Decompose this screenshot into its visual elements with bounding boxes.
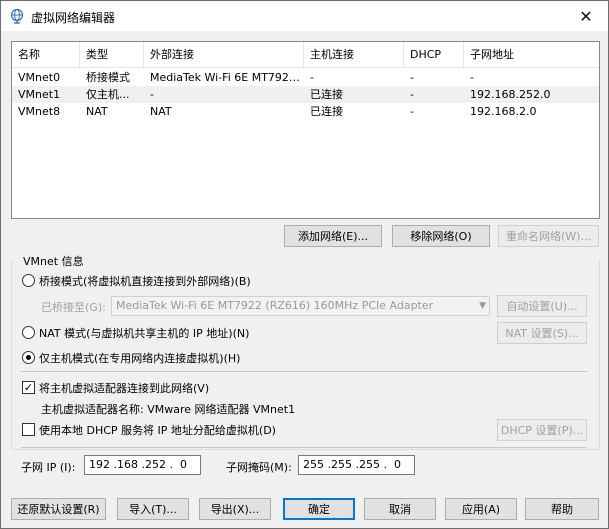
column-header-host[interactable]: 主机连接 (304, 42, 404, 67)
bridged-to-label: 已桥接至(G): (41, 301, 106, 314)
auto-settings-button[interactable]: 自动设置(U)... (497, 295, 587, 317)
network-list-header: 名称 类型 外部连接 主机连接 DHCP 子网地址 (12, 42, 599, 68)
vmnet-info-label: VMnet 信息 (21, 253, 86, 269)
cell-host: - (310, 71, 314, 84)
cell-type: 仅主机... (86, 88, 130, 101)
window-title: 虚拟网络编辑器 (31, 11, 116, 25)
table-row-selected[interactable]: VMnet1 仅主机... - 已连接 - 192.168.252.0 (12, 86, 599, 103)
bridged-to-value: MediaTek Wi-Fi 6E MT7922 (RZ616) 160MHz … (116, 299, 434, 312)
table-row[interactable]: VMnet8 NAT NAT 已连接 - 192.168.2.0 (12, 103, 599, 120)
rename-network-button[interactable]: 重命名网络(W)... (498, 225, 599, 247)
remove-network-button[interactable]: 移除网络(O) (392, 225, 490, 247)
column-header-subnet[interactable]: 子网地址 (464, 42, 601, 67)
bridged-mode-label[interactable]: 桥接模式(将虚拟机直接连接到外部网络)(B) (39, 273, 251, 289)
ok-button[interactable]: 确定 (283, 498, 355, 520)
cell-dhcp: - (410, 88, 414, 101)
column-header-external[interactable]: 外部连接 (144, 42, 304, 67)
subnet-mask-input[interactable]: 255 .255 .255 . 0 (298, 455, 415, 475)
cell-name: VMnet8 (18, 105, 61, 118)
cell-type: 桥接模式 (86, 71, 130, 84)
dhcp-settings-button[interactable]: DHCP 设置(P)... (497, 419, 587, 441)
adapter-name-text: 主机虚拟适配器名称: VMware 网络适配器 VMnet1 (41, 403, 296, 416)
cell-external: MediaTek Wi-Fi 6E MT7922 (... (150, 71, 304, 84)
table-row[interactable]: VMnet0 桥接模式 MediaTek Wi-Fi 6E MT7922 (..… (12, 69, 599, 86)
dhcp-label[interactable]: 使用本地 DHCP 服务将 IP 地址分配给虚拟机(D) (39, 422, 276, 438)
host-only-mode-label[interactable]: 仅主机模式(在专用网络内连接虚拟机)(H) (39, 350, 240, 366)
cell-dhcp: - (410, 105, 414, 118)
subnet-mask-label: 子网掩码(M): (226, 461, 292, 474)
column-header-type[interactable]: 类型 (80, 42, 144, 67)
add-network-button[interactable]: 添加网络(E)... (284, 225, 382, 247)
close-button[interactable]: ✕ (564, 1, 608, 31)
nat-settings-button[interactable]: NAT 设置(S)... (497, 322, 587, 344)
cell-external: - (150, 88, 154, 101)
chevron-down-icon: ▼ (479, 301, 486, 311)
cell-dhcp: - (410, 71, 414, 84)
cell-host: 已连接 (310, 105, 343, 118)
cell-subnet: 192.168.2.0 (470, 105, 537, 118)
separator (21, 371, 587, 372)
apply-button[interactable]: 应用(A) (445, 498, 517, 520)
network-list[interactable]: 名称 类型 外部连接 主机连接 DHCP 子网地址 VMnet0 桥接模式 Me… (11, 41, 600, 219)
dhcp-checkbox[interactable] (22, 423, 35, 436)
virtual-network-editor-window: 虚拟网络编辑器 ✕ 名称 类型 外部连接 主机连接 DHCP 子网地址 VMne… (0, 0, 609, 529)
nat-mode-label[interactable]: NAT 模式(与虚拟机共享主机的 IP 地址)(N) (39, 325, 249, 341)
connect-adapter-label[interactable]: 将主机虚拟适配器连接到此网络(V) (39, 380, 209, 396)
column-header-name[interactable]: 名称 (12, 42, 80, 67)
separator (21, 447, 587, 448)
host-only-mode-radio[interactable] (22, 351, 35, 364)
nat-mode-radio[interactable] (22, 326, 35, 339)
export-button[interactable]: 导出(X)... (199, 498, 271, 520)
close-icon: ✕ (579, 6, 593, 26)
column-header-dhcp[interactable]: DHCP (404, 42, 464, 67)
help-button[interactable]: 帮助 (525, 498, 599, 520)
subnet-ip-input[interactable]: 192 .168 .252 . 0 (84, 455, 201, 475)
cell-subnet: 192.168.252.0 (470, 88, 551, 101)
bridged-to-select[interactable]: MediaTek Wi-Fi 6E MT7922 (RZ616) 160MHz … (111, 296, 490, 316)
title-bar: 虚拟网络编辑器 ✕ (1, 1, 608, 31)
cell-external: NAT (150, 105, 172, 118)
bridged-mode-radio[interactable] (22, 274, 35, 287)
cancel-button[interactable]: 取消 (364, 498, 436, 520)
restore-defaults-button[interactable]: 还原默认设置(R) (11, 498, 106, 520)
cell-host: 已连接 (310, 88, 343, 101)
network-globe-icon (10, 8, 24, 24)
cell-name: VMnet0 (18, 71, 61, 84)
cell-type: NAT (86, 105, 108, 118)
cell-subnet: - (470, 71, 474, 84)
cell-name: VMnet1 (18, 88, 61, 101)
import-button[interactable]: 导入(T)... (117, 498, 189, 520)
subnet-ip-label: 子网 IP (I): (21, 461, 76, 474)
connect-adapter-checkbox[interactable]: ✓ (22, 381, 35, 394)
